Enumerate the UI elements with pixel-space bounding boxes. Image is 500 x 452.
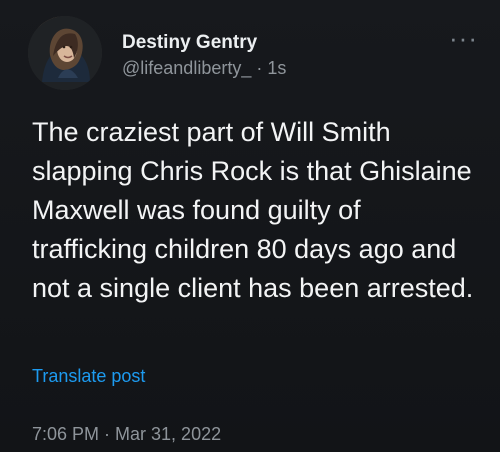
translate-post-link[interactable]: Translate post <box>32 366 145 387</box>
relative-time: 1s <box>267 58 287 78</box>
more-horizontal-icon[interactable]: ··· <box>449 25 477 51</box>
tweet-text: The craziest part of Will Smith slapping… <box>32 117 474 303</box>
handle-time-separator: · <box>251 58 268 78</box>
author-handle[interactable]: @lifeandliberty_ <box>122 58 251 78</box>
author-handle-row: @lifeandliberty_ · 1s <box>122 58 286 79</box>
profile-photo-icon <box>28 16 102 90</box>
post-timestamp[interactable]: 7:06 PM · Mar 31, 2022 <box>32 424 221 445</box>
author-display-name[interactable]: Destiny Gentry <box>122 32 257 54</box>
avatar[interactable] <box>28 16 102 90</box>
tweet-card: Destiny Gentry @lifeandliberty_ · 1s ···… <box>0 0 500 452</box>
